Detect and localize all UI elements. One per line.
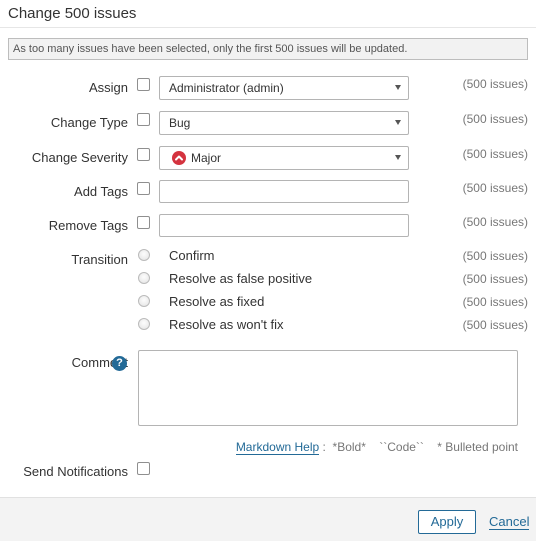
transition-radio-confirm[interactable] — [138, 249, 150, 261]
add-tags-input[interactable] — [159, 180, 409, 203]
markdown-separator: : — [322, 440, 326, 454]
markdown-hints: Markdown Help : *Bold* ``Code`` * Bullet… — [235, 440, 518, 455]
change-type-checkbox[interactable] — [137, 113, 150, 126]
modal-title: Change 500 issues — [8, 5, 137, 22]
transition-row: Transition — [0, 248, 536, 272]
remove-tags-checkbox[interactable] — [137, 216, 150, 229]
transition-option-count: (500 issues) — [462, 318, 528, 332]
change-type-row: Change Type Bug (500 issues) — [0, 111, 536, 135]
notifications-row: Send Notifications — [0, 460, 536, 484]
assign-count: (500 issues) — [462, 77, 528, 91]
change-severity-select-value: Major — [191, 151, 222, 165]
severity-major-icon — [172, 151, 186, 165]
change-type-count: (500 issues) — [462, 112, 528, 126]
transition-option-count: (500 issues) — [462, 272, 528, 286]
question-circle-icon[interactable]: ? — [112, 356, 127, 371]
transition-option-label: Confirm — [169, 248, 215, 263]
remove-tags-count: (500 issues) — [462, 215, 528, 229]
change-type-label: Change Type — [50, 115, 128, 130]
modal-footer: Apply Cancel — [0, 497, 536, 541]
comment-textarea[interactable] — [138, 350, 518, 426]
assign-label: Assign — [88, 80, 128, 95]
remove-tags-row: Remove Tags (500 issues) — [0, 214, 536, 238]
transition-radio-false-positive[interactable] — [138, 272, 150, 284]
transition-option-count: (500 issues) — [462, 249, 528, 263]
cancel-link[interactable]: Cancel — [489, 514, 530, 530]
change-severity-label: Change Severity — [31, 150, 128, 165]
limit-warning: As too many issues have been selected, o… — [8, 38, 528, 60]
change-severity-checkbox[interactable] — [137, 148, 150, 161]
transition-option-count: (500 issues) — [462, 295, 528, 309]
modal-header: Change 500 issues — [0, 0, 536, 28]
add-tags-label: Add Tags — [74, 184, 128, 199]
markdown-code-hint: ``Code`` — [379, 440, 424, 454]
notifications-checkbox[interactable] — [137, 462, 150, 475]
markdown-bold-hint: *Bold* — [332, 440, 366, 454]
change-severity-count: (500 issues) — [462, 147, 528, 161]
change-severity-row: Change Severity Major (500 issues) — [0, 146, 536, 170]
bulk-change-modal: Change 500 issues As too many issues hav… — [0, 0, 536, 541]
change-type-select-value: Bug — [169, 116, 191, 130]
assign-select[interactable]: Administrator (admin) — [159, 76, 409, 100]
remove-tags-label: Remove Tags — [48, 218, 128, 233]
transition-label: Transition — [71, 252, 128, 267]
transition-option-label: Resolve as won't fix — [169, 317, 284, 332]
transition-option-label: Resolve as false positive — [169, 271, 313, 286]
transition-radio-wont-fix[interactable] — [138, 318, 150, 330]
change-severity-select[interactable]: Major — [159, 146, 409, 170]
chevron-down-icon — [395, 85, 401, 90]
assign-select-value: Administrator (admin) — [169, 81, 284, 95]
chevron-down-icon — [395, 120, 401, 125]
add-tags-row: Add Tags (500 issues) — [0, 180, 536, 204]
markdown-bullet-hint: * Bulleted point — [437, 440, 518, 454]
assign-row: Assign Administrator (admin) (500 issues… — [0, 76, 536, 100]
transition-radio-fixed[interactable] — [138, 295, 150, 307]
assign-checkbox[interactable] — [137, 78, 150, 91]
add-tags-checkbox[interactable] — [137, 182, 150, 195]
notifications-label: Send Notifications — [23, 464, 128, 479]
markdown-help-link[interactable]: Markdown Help — [235, 440, 320, 455]
add-tags-count: (500 issues) — [462, 181, 528, 195]
chevron-down-icon — [395, 155, 401, 160]
apply-button[interactable]: Apply — [418, 510, 476, 534]
transition-option-label: Resolve as fixed — [169, 294, 265, 309]
remove-tags-input[interactable] — [159, 214, 409, 237]
change-type-select[interactable]: Bug — [159, 111, 409, 135]
